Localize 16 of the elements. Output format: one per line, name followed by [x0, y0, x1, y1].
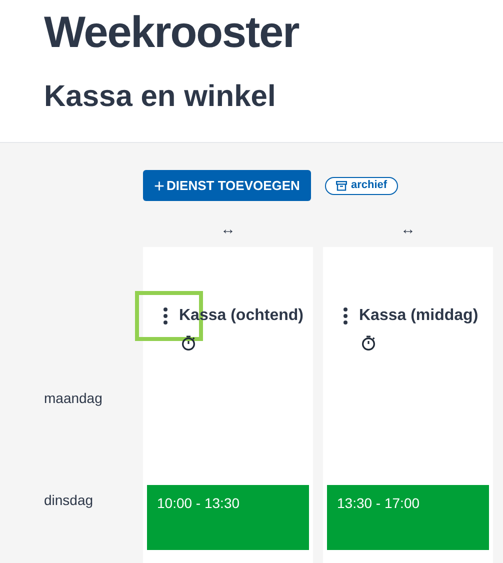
archive-button[interactable]: archief — [325, 176, 398, 194]
more-icon — [342, 307, 348, 325]
resize-handle[interactable]: ↔ — [220, 221, 236, 239]
page-subtitle: Kassa en winkel — [44, 79, 277, 115]
day-label: dinsdag — [44, 492, 94, 508]
page-title: Weekrooster — [44, 7, 300, 59]
add-shift-button[interactable]: +DIENST TOEVOEGEN — [143, 170, 311, 201]
more-icon — [162, 307, 168, 325]
resize-handle[interactable]: ↔ — [400, 221, 416, 239]
stopwatch-icon — [361, 335, 376, 351]
stopwatch-icon — [181, 335, 196, 351]
day-label: maandag — [44, 390, 102, 406]
column-title: Kassa (middag) — [359, 306, 478, 326]
shift-block[interactable]: 10:00 - 13:30 — [147, 485, 309, 550]
shift-block[interactable]: 13:30 - 17:00 — [327, 485, 489, 550]
archive-icon — [336, 180, 347, 190]
